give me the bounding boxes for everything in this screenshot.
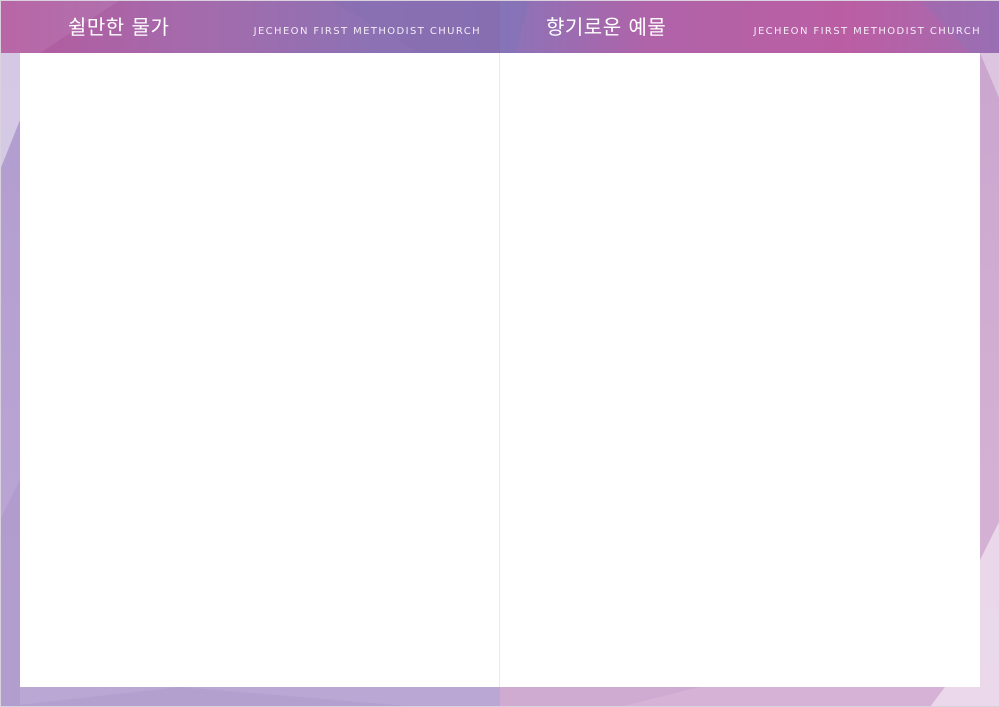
left-page-header: 쉴만한 물가 JECHEON FIRST METHODIST CHURCH <box>0 0 500 53</box>
left-page-content-area <box>20 53 500 687</box>
right-page-church-name: JECHEON FIRST METHODIST CHURCH <box>753 26 981 37</box>
right-page-content-area <box>500 53 980 687</box>
right-page-header: 향기로운 예물 JECHEON FIRST METHODIST CHURCH <box>500 0 1000 53</box>
left-page-church-name: JECHEON FIRST METHODIST CHURCH <box>253 26 481 37</box>
left-page: 쉴만한 물가 JECHEON FIRST METHODIST CHURCH <box>0 0 500 707</box>
right-page: 향기로운 예물 JECHEON FIRST METHODIST CHURCH <box>500 0 1000 707</box>
right-page-title: 향기로운 예물 <box>546 15 667 39</box>
left-page-title: 쉴만한 물가 <box>68 15 170 39</box>
bulletin-spread: 쉴만한 물가 JECHEON FIRST METHODIST CHURCH 향기… <box>0 0 1000 707</box>
